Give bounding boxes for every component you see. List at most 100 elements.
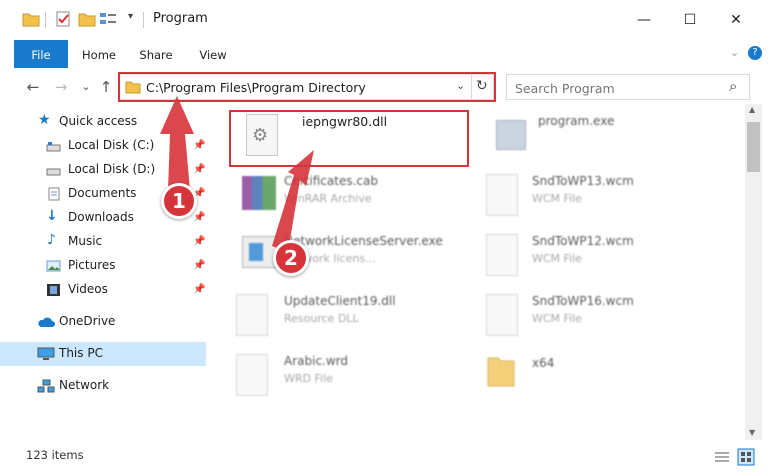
download-icon: ↓	[46, 208, 58, 224]
sidebar-item-label: Network	[59, 378, 110, 392]
expand-ribbon-icon[interactable]: ⌄	[730, 46, 739, 59]
file-type: WCM File	[532, 312, 582, 325]
file-name: Certificates.cab	[284, 174, 378, 188]
details-view-icon[interactable]	[714, 450, 730, 464]
drive-icon	[46, 168, 61, 176]
file-item-sndtowp12[interactable]: SndToWP12.wcm WCM File	[486, 228, 726, 286]
file-type: WinRAR Archive	[284, 192, 372, 205]
minimize-button[interactable]: —	[621, 0, 667, 40]
network-icon	[37, 379, 55, 393]
navigation-pane: ★ Quick access Local Disk (C:) 📌 Local D…	[0, 108, 210, 438]
divider	[45, 12, 46, 28]
status-bar: 123 items	[0, 442, 769, 476]
forward-button[interactable]: →	[52, 78, 70, 96]
file-highlight-box	[229, 110, 469, 167]
search-input[interactable]	[507, 75, 732, 101]
pin-icon: 📌	[193, 284, 206, 295]
file-item-certificates-cab[interactable]: Certificates.cab WinRAR Archive	[232, 168, 472, 226]
close-button[interactable]: ✕	[713, 0, 759, 40]
tab-view[interactable]: View	[190, 40, 236, 68]
scrollbar-thumb[interactable]	[747, 122, 760, 172]
file-type: WRD File	[284, 372, 333, 385]
search-icon[interactable]: ⌕	[729, 77, 737, 95]
help-icon[interactable]: ?	[748, 46, 762, 60]
step-badge-2: 2	[273, 240, 309, 276]
file-name: SndToWP16.wcm	[532, 294, 634, 308]
scroll-down-icon[interactable]: ▼	[749, 428, 755, 437]
file-icon	[486, 174, 518, 216]
sidebar-item-videos[interactable]: Videos 📌	[0, 278, 206, 302]
sidebar-item-quick-access[interactable]: ★ Quick access	[0, 110, 206, 134]
sidebar-item-local-disk-d[interactable]: Local Disk (D:) 📌	[0, 158, 206, 182]
address-highlight-box	[118, 72, 496, 102]
exe-icon-inner	[249, 243, 263, 261]
sidebar-item-label: Music	[68, 234, 103, 248]
videos-icon	[47, 284, 60, 296]
tab-home[interactable]: Home	[76, 40, 122, 68]
tab-file[interactable]: File	[14, 40, 68, 68]
pin-icon: 📌	[193, 140, 206, 151]
sidebar-item-label: OneDrive	[59, 314, 116, 328]
file-item-networklicenseserver[interactable]: NetworkLicenseServer.exe Network licens.…	[232, 228, 472, 286]
exe-icon	[496, 120, 526, 150]
file-icon	[486, 234, 518, 276]
window-title: Program	[153, 11, 208, 26]
file-item-arabic-wrd[interactable]: Arabic.wrd WRD File	[232, 348, 472, 406]
archive-icon	[242, 176, 276, 210]
file-item-sndtowp13[interactable]: SndToWP13.wcm WCM File	[486, 168, 726, 226]
recent-locations-button[interactable]: ⌄	[77, 78, 95, 96]
sidebar-item-label: This PC	[59, 346, 103, 360]
file-item-sndtowp16[interactable]: SndToWP16.wcm WCM File	[486, 288, 726, 346]
sidebar-item-label: Quick access	[59, 114, 138, 128]
computer-icon	[37, 347, 55, 360]
sidebar-item-label: Documents	[68, 186, 137, 200]
sidebar-item-label: Videos	[68, 282, 108, 296]
cloud-icon	[38, 317, 55, 327]
file-name: Arabic.wrd	[284, 354, 349, 368]
file-name: SndToWP13.wcm	[532, 174, 634, 188]
sidebar-item-onedrive[interactable]: OneDrive	[0, 310, 206, 334]
sidebar-item-label: Downloads	[68, 210, 134, 224]
file-type: WCM File	[532, 252, 582, 265]
title-bar: ▾ Program — ☐ ✕	[0, 0, 769, 40]
file-item-x64-folder[interactable]: x64	[486, 348, 726, 406]
sidebar-item-music[interactable]: ♪ Music 📌	[0, 230, 206, 254]
sidebar-item-this-pc[interactable]: This PC	[0, 342, 206, 366]
sidebar-item-label: Local Disk (D:)	[68, 162, 156, 176]
pin-icon: 📌	[193, 260, 206, 271]
customize-toolbar-icon[interactable]: ▾	[128, 11, 133, 22]
folder-icon	[487, 357, 515, 387]
tab-share[interactable]: Share	[133, 40, 179, 68]
vertical-scrollbar[interactable]: ▲ ▼	[745, 104, 762, 440]
maximize-button[interactable]: ☐	[667, 0, 713, 40]
file-name: x64	[532, 356, 555, 370]
view-options-icon[interactable]	[99, 11, 117, 27]
drive-icon	[46, 142, 61, 152]
back-button[interactable]: ←	[24, 78, 42, 96]
folder-icon	[22, 13, 40, 27]
file-name: program.exe	[538, 114, 615, 128]
large-icons-view-icon[interactable]	[737, 448, 755, 466]
search-box[interactable]: ⌕	[506, 74, 750, 101]
sidebar-item-label: Pictures	[68, 258, 116, 272]
file-name: SndToWP12.wcm	[532, 234, 634, 248]
divider	[143, 12, 144, 28]
up-button[interactable]: ↑	[97, 78, 115, 96]
music-icon: ♪	[47, 232, 56, 248]
properties-icon[interactable]	[55, 11, 73, 27]
scroll-up-icon[interactable]: ▲	[749, 105, 755, 114]
sidebar-item-network[interactable]: Network	[0, 374, 206, 398]
sidebar-item-local-disk-c[interactable]: Local Disk (C:) 📌	[0, 134, 206, 158]
ribbon-tabs: File Home Share View ⌄ ?	[0, 40, 769, 68]
sidebar-item-pictures[interactable]: Pictures 📌	[0, 254, 206, 278]
new-folder-icon[interactable]	[78, 11, 96, 27]
file-item-program-exe[interactable]: program.exe	[486, 108, 726, 166]
dll-icon	[236, 294, 268, 336]
file-item-updateclient19-dll[interactable]: UpdateClient19.dll Resource DLL	[232, 288, 472, 346]
item-count: 123 items	[26, 448, 84, 462]
pictures-icon	[46, 260, 61, 272]
documents-icon	[48, 187, 60, 201]
file-icon	[236, 354, 268, 396]
sidebar-item-label: Local Disk (C:)	[68, 138, 155, 152]
file-name: NetworkLicenseServer.exe	[284, 234, 443, 248]
